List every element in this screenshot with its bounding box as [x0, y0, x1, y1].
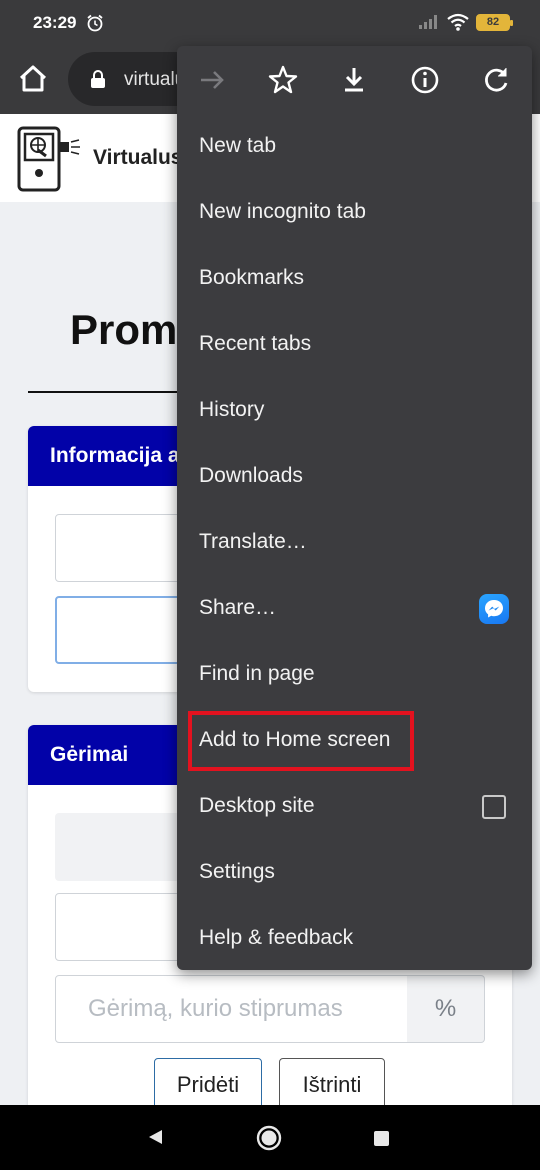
site-logo: [17, 126, 80, 192]
back-icon[interactable]: [146, 1127, 166, 1147]
menu-item-add-to-home-screen[interactable]: Add to Home screen: [177, 708, 532, 774]
signal-icon: [419, 15, 437, 29]
star-icon[interactable]: [266, 63, 300, 97]
refresh-icon[interactable]: [479, 63, 513, 97]
status-time: 23:29: [33, 13, 77, 32]
messenger-icon[interactable]: [479, 594, 509, 624]
info-icon[interactable]: [408, 63, 442, 97]
menu-item-bookmarks[interactable]: Bookmarks: [177, 246, 532, 312]
menu-item-label: Translate…: [199, 530, 307, 553]
home-icon[interactable]: [14, 60, 52, 98]
menu-item-label: Add to Home screen: [199, 728, 391, 751]
percent-addon: %: [407, 975, 485, 1043]
menu-item-label: New incognito tab: [199, 200, 366, 223]
menu-item-find-in-page[interactable]: Find in page: [177, 642, 532, 708]
menu-item-recent-tabs[interactable]: Recent tabs: [177, 312, 532, 378]
menu-item-label: Bookmarks: [199, 266, 305, 289]
battery-icon: 82: [476, 14, 513, 31]
wifi-icon: [447, 13, 469, 31]
download-icon[interactable]: [337, 63, 371, 97]
menu-item-desktop-site[interactable]: Desktop site: [177, 774, 532, 840]
delete-button[interactable]: Ištrinti: [279, 1058, 385, 1112]
menu-item-downloads[interactable]: Downloads: [177, 444, 532, 510]
menu-item-label: Help & feedback: [199, 926, 354, 949]
menu-item-label: History: [199, 398, 265, 421]
home-circle-icon[interactable]: [256, 1125, 282, 1151]
site-name: Virtualus: [93, 146, 183, 169]
page-title: Prom: [70, 306, 178, 353]
menu-item-help-feedback[interactable]: Help & feedback: [177, 906, 532, 972]
status-bar: 23:29 82: [0, 0, 540, 46]
menu-icon-row: [177, 46, 532, 114]
forward-icon[interactable]: [195, 63, 229, 97]
recents-icon[interactable]: [374, 1131, 389, 1146]
menu-item-label: New tab: [199, 134, 277, 157]
menu-item-translate[interactable]: Translate…: [177, 510, 532, 576]
menu-item-label: Recent tabs: [199, 332, 312, 355]
browser-menu: New tab New incognito tab Bookmarks Rece…: [177, 46, 532, 970]
menu-item-label: Settings: [199, 860, 275, 883]
desktop-site-checkbox[interactable]: [482, 795, 506, 819]
menu-item-label: Share…: [199, 596, 277, 619]
menu-item-label: Find in page: [199, 662, 315, 685]
menu-item-label: Desktop site: [199, 794, 315, 817]
menu-item-history[interactable]: History: [177, 378, 532, 444]
menu-item-share[interactable]: Share…: [177, 576, 532, 642]
menu-item-settings[interactable]: Settings: [177, 840, 532, 906]
menu-item-new-incognito-tab[interactable]: New incognito tab: [177, 180, 532, 246]
add-button[interactable]: Pridėti: [154, 1058, 262, 1112]
system-nav-bar: [0, 1105, 540, 1170]
menu-item-label: Downloads: [199, 464, 303, 487]
lock-icon: [91, 70, 105, 88]
alarm-icon: [87, 14, 103, 32]
strength-input[interactable]: Gėrimą, kurio stiprumas: [55, 975, 408, 1043]
menu-item-new-tab[interactable]: New tab: [177, 114, 532, 180]
